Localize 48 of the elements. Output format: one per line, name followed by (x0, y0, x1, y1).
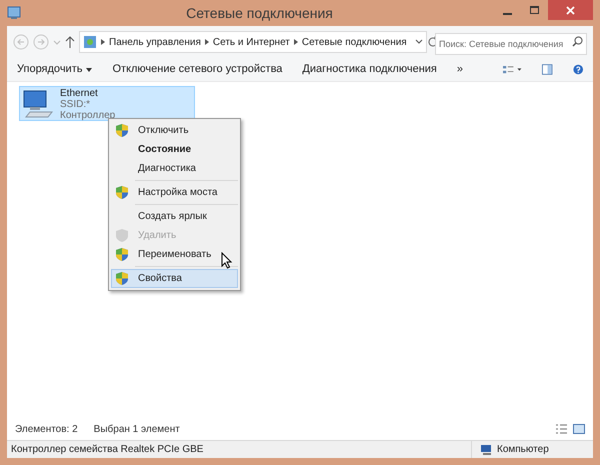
dropdown-icon[interactable] (414, 39, 423, 45)
toolbar-button[interactable]: Отключение сетевого устройства (112, 61, 282, 78)
menu-item[interactable]: Создать ярлык (111, 207, 238, 226)
breadcrumb-item[interactable]: Сетевые подключения (302, 34, 407, 50)
close-button[interactable] (548, 0, 593, 20)
zone-label: Компьютер (497, 443, 549, 457)
breadcrumb-item[interactable]: Сеть и Интернет (212, 34, 290, 50)
search-icon (572, 36, 583, 47)
window-title: Сетевые подключения (185, 4, 334, 23)
shield-icon (116, 248, 128, 261)
menu-item[interactable]: Состояние (111, 140, 238, 159)
connection-adapter: Контроллер (60, 110, 116, 121)
menu-item[interactable]: Настройка моста (111, 183, 238, 202)
network-computer-icon (22, 88, 56, 118)
caret-icon (86, 68, 92, 72)
toolbar-button[interactable]: Диагностика подключения (302, 61, 437, 78)
shield-icon (116, 186, 128, 199)
details-description: Контроллер семейства Realtek PCIe GBE (11, 443, 204, 457)
menu-item[interactable]: Отключить (111, 121, 238, 140)
control-panel-icon (83, 35, 97, 49)
network-connection-item[interactable]: Ethernet SSID:* Контроллер (19, 86, 195, 121)
selection-count: Выбран 1 элемент (94, 422, 180, 436)
connection-ssid: SSID:* (60, 99, 92, 110)
preview-pane-icon[interactable] (542, 63, 553, 76)
menu-item[interactable]: Диагностика (111, 159, 238, 178)
breadcrumb-arrow-icon[interactable] (294, 39, 298, 45)
cursor-icon (221, 252, 233, 269)
breadcrumb-arrow-icon[interactable] (204, 39, 209, 45)
toolbar-button[interactable]: » (456, 61, 463, 78)
search-field[interactable]: Поиск: Сетевые подключения (435, 33, 587, 55)
up-arrow-icon[interactable] (65, 36, 75, 48)
item-count: Элементов: 2 (15, 422, 78, 436)
toolbar-button[interactable]: Упорядочить (17, 61, 92, 78)
menu-item[interactable]: Свойства (111, 269, 238, 288)
breadcrumb-item[interactable]: Панель управления (109, 34, 201, 50)
network-folder-icon[interactable] (7, 6, 21, 20)
menu-item[interactable]: Переименовать (111, 245, 238, 264)
shield-icon (116, 124, 128, 137)
computer-icon (480, 444, 493, 456)
breadcrumb-arrow-icon[interactable] (101, 39, 105, 45)
connection-name: Ethernet (60, 88, 99, 99)
close-icon (566, 6, 575, 14)
shield-icon (116, 229, 128, 242)
view-options-icon[interactable] (503, 64, 522, 76)
large-icons-view-icon[interactable] (573, 424, 585, 434)
shield-icon (116, 272, 128, 285)
details-view-icon[interactable] (556, 424, 567, 434)
help-icon[interactable] (572, 63, 584, 76)
